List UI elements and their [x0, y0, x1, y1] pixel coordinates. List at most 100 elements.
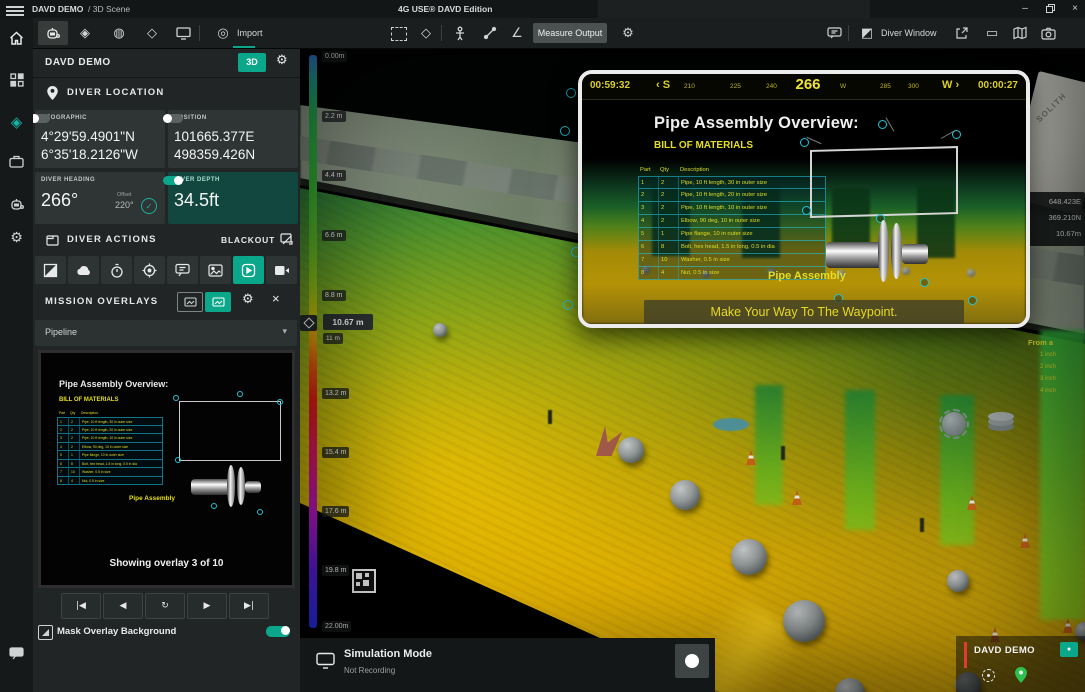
compass-strip: ‹ S210225240266W285300W › [582, 74, 1026, 99]
blackout-label[interactable]: BLACKOUT [221, 235, 275, 245]
pier-pillar [845, 390, 875, 530]
record-button[interactable] [675, 644, 709, 678]
depth-marker-handle[interactable] [300, 315, 317, 331]
blackout-icon[interactable] [278, 232, 294, 246]
timer-action-button[interactable] [101, 256, 132, 284]
overlay-type-dropdown[interactable]: Pipeline ▾ [35, 320, 297, 346]
seabed-post [920, 518, 924, 532]
nav-first-button[interactable]: |◀ [61, 593, 101, 619]
diver-depth-value: 34.5ft [174, 190, 219, 211]
nav-prev-button[interactable]: ◀ [103, 593, 143, 619]
blackout-action-button[interactable] [35, 256, 66, 284]
toolbar-divider [199, 25, 200, 41]
sphere-tool-icon[interactable]: ◍ [109, 22, 129, 44]
close-button[interactable]: × [1065, 0, 1085, 18]
measure-output-button[interactable]: Measure Output [533, 23, 607, 43]
annotation-dot [968, 296, 977, 305]
nav-last-button[interactable]: ▶| [229, 593, 269, 619]
seabed-post [781, 446, 785, 460]
mask-overlay-toggle[interactable] [266, 626, 290, 637]
preview-pipe-stub [245, 481, 261, 493]
settings-gear-icon[interactable]: ⚙ [7, 228, 26, 247]
debris-sphere [783, 600, 825, 642]
annotation-dot [920, 278, 929, 287]
compass-tick: 300 [908, 83, 919, 90]
waypoint-action-button[interactable] [134, 256, 165, 284]
minimize-button[interactable]: – [1015, 0, 1035, 18]
home-icon[interactable] [7, 28, 26, 47]
compass-tick: 210 [684, 83, 695, 90]
play-action-button-active[interactable] [233, 256, 264, 284]
preview-bom-table: PartQtyDescription12Pipe, 10 ft length, … [57, 411, 163, 485]
nav-refresh-button[interactable]: ↻ [145, 593, 185, 619]
marquee-select-icon[interactable] [391, 27, 407, 41]
session-diver-badge[interactable]: ● [1060, 642, 1078, 657]
diver-heading-value: 266° [41, 190, 78, 211]
layers-tool-icon[interactable]: ◈ [75, 22, 95, 44]
diver-helmet-icon[interactable] [7, 194, 26, 213]
mask-icon [38, 625, 53, 640]
measure-ring [560, 126, 570, 136]
coord-easting: 648.423E [1027, 194, 1081, 210]
measure-line-icon[interactable] [479, 22, 501, 44]
external-window-icon[interactable] [951, 22, 973, 44]
overlay-fullscreen-mode-icon-active[interactable] [205, 292, 231, 312]
import-target-icon[interactable]: ◎ [213, 22, 233, 44]
briefcase-icon[interactable] [7, 152, 26, 171]
diver-measure-icon[interactable] [449, 22, 471, 44]
diver-helmet-tool-icon[interactable] [41, 22, 65, 44]
diamond-select-icon[interactable]: ◇ [416, 22, 436, 44]
focus-crosshair-icon[interactable] [982, 669, 995, 682]
annotation-dot [257, 509, 263, 515]
overlays-gear-icon[interactable]: ⚙ [242, 291, 254, 307]
chat-icon[interactable] [823, 22, 845, 44]
restore-button[interactable] [1040, 0, 1060, 18]
import-button[interactable]: Import [237, 22, 263, 44]
video-action-button[interactable] [266, 256, 297, 284]
scene-annotation-line: 2 inch [1040, 364, 1056, 370]
mode-3d-badge[interactable]: 3D [238, 53, 266, 72]
screenshot-camera-icon[interactable] [1037, 22, 1059, 44]
display-tool-icon[interactable] [173, 22, 193, 44]
measure-settings-gear-icon[interactable]: ⚙ [618, 22, 638, 44]
hamburger-menu-icon[interactable] [6, 4, 24, 18]
diamond-tool-icon[interactable]: ◇ [142, 22, 162, 44]
image-action-button[interactable] [200, 256, 231, 284]
compass-tick: 225 [730, 83, 741, 90]
message-action-button[interactable] [167, 256, 198, 284]
angle-measure-icon[interactable]: ∠ [507, 22, 527, 44]
diver-hud-popup[interactable]: 00:59:32 ‹ S210225240266W285300W › 00:00… [578, 70, 1030, 328]
debris-sphere [947, 570, 969, 592]
panel-gear-icon[interactable]: ⚙ [276, 52, 288, 68]
3d-scene-icon-active[interactable]: ◈ [7, 112, 26, 131]
diver-window-icon[interactable]: ◩ [857, 22, 877, 44]
feedback-icon[interactable] [7, 644, 26, 663]
status-bar: Simulation Mode Not Recording [300, 638, 715, 692]
app-title: DAVD DEMO [32, 0, 83, 18]
heading-check-icon[interactable]: ✓ [141, 198, 157, 214]
location-pin-green-icon[interactable] [1014, 666, 1027, 683]
cloud-action-button[interactable] [68, 256, 99, 284]
dashboard-icon[interactable] [7, 70, 26, 89]
building-label: SOLITH [1035, 91, 1069, 124]
compass-tick: ‹ S [656, 79, 670, 91]
qr-locator-icon[interactable] [352, 569, 376, 593]
overlays-close-icon[interactable]: × [272, 291, 280, 306]
map-icon[interactable] [1009, 22, 1031, 44]
chevron-down-icon: ▾ [282, 326, 287, 337]
nav-next-button[interactable]: ▶ [187, 593, 227, 619]
depth-tick: 0.00m [322, 51, 347, 62]
diagram-rectangle [810, 146, 958, 218]
depth-marker-value: 10.67 m [323, 314, 373, 330]
diver-depth-toggle[interactable] [163, 176, 183, 185]
annotation-dot [175, 457, 181, 463]
card-view-icon[interactable]: ▭ [981, 22, 1003, 44]
overlay-window-mode-icon[interactable] [177, 292, 203, 312]
bom-row: 51Pipe flange, 10 in outer size [638, 228, 826, 241]
bom-row: 42Elbow, 90 deg, 10 in outer size [57, 443, 163, 452]
geographic-toggle[interactable] [30, 114, 50, 123]
titlebar-highlight [598, 0, 870, 18]
position-toggle[interactable] [163, 114, 183, 123]
diver-window-button[interactable]: Diver Window [881, 22, 937, 44]
overlay-preview[interactable]: Pipe Assembly Overview: BILL OF MATERIAL… [38, 350, 295, 588]
